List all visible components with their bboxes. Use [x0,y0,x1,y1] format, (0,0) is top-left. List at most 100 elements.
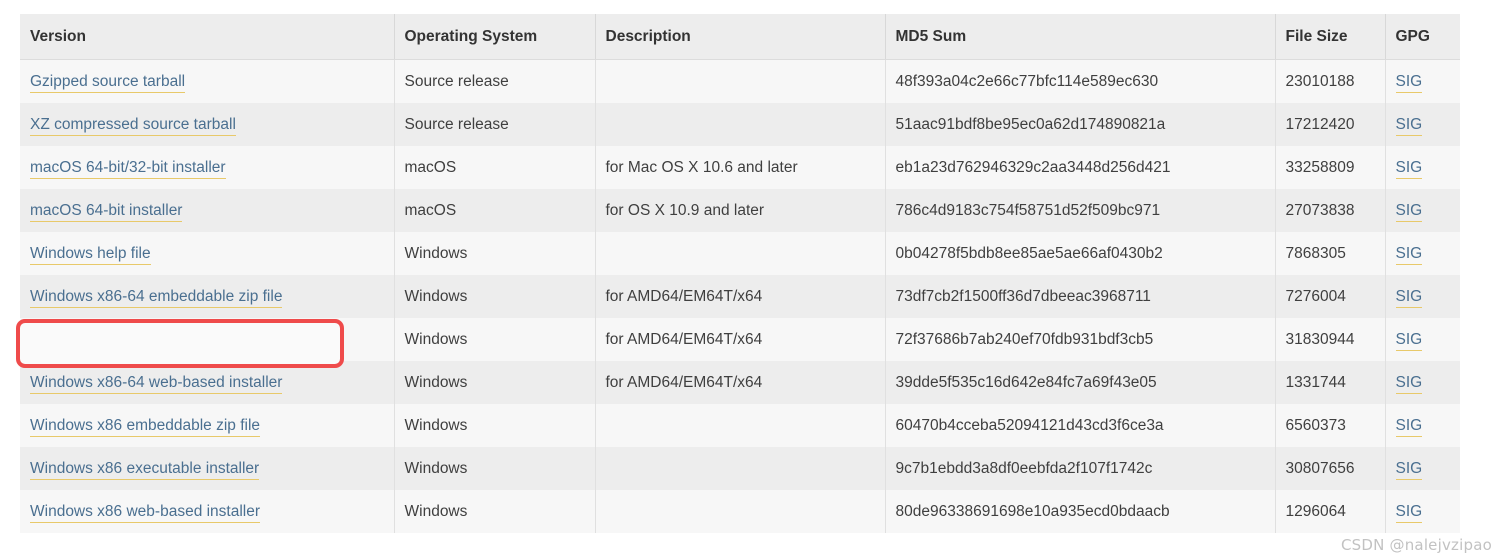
column-header-gpg: GPG [1385,14,1460,60]
table-header-row: Version Operating System Description MD5… [20,14,1460,60]
cell-operating-system: macOS [394,146,596,189]
table-row: XZ compressed source tarball Source rele… [20,103,1460,146]
cell-version: Windows x86 web-based installer [20,490,395,533]
cell-md5-sum: 73df7cb2f1500ff36d7dbeeac3968711 [885,275,1276,318]
cell-operating-system: Windows [394,490,596,533]
table-body: Gzipped source tarball Source release 48… [20,59,1460,533]
cell-gpg: SIG [1385,404,1460,447]
cell-md5-sum: 48f393a04c2e66c77bfc114e589ec630 [885,59,1276,103]
cell-md5-sum: 786c4d9183c754f58751d52f509bc971 [885,189,1276,232]
cell-operating-system: Windows [394,447,596,490]
downloads-table-container: Version Operating System Description MD5… [20,14,1460,533]
sig-link[interactable]: SIG [1395,72,1423,93]
cell-file-size: 17212420 [1275,103,1386,146]
cell-md5-sum: 51aac91bdf8be95ec0a62d174890821a [885,103,1276,146]
python-downloads-table: Version Operating System Description MD5… [20,14,1460,533]
download-link[interactable]: Gzipped source tarball [30,72,186,93]
sig-link[interactable]: SIG [1395,201,1423,222]
download-link[interactable]: Windows x86-64 web-based installer [30,373,283,394]
cell-gpg: SIG [1385,232,1460,275]
download-link[interactable]: Windows x86 web-based installer [30,502,261,523]
cell-file-size: 6560373 [1275,404,1386,447]
watermark-text: CSDN @nalejvzipao [1340,536,1492,554]
cell-version: Windows x86 embeddable zip file [20,404,395,447]
cell-md5-sum: eb1a23d762946329c2aa3448d256d421 [885,146,1276,189]
table-row: Windows x86-64 web-based installer Windo… [20,361,1460,404]
cell-operating-system: Windows [394,275,596,318]
column-header-file-size: File Size [1275,14,1386,60]
cell-file-size: 30807656 [1275,447,1386,490]
sig-link[interactable]: SIG [1395,502,1423,523]
cell-md5-sum: 0b04278f5bdb8ee85ae5ae66af0430b2 [885,232,1276,275]
table-row: Windows x86-64 embeddable zip file Windo… [20,275,1460,318]
sig-link[interactable]: SIG [1395,373,1423,394]
cell-version: Windows x86-64 web-based installer [20,361,395,404]
cell-gpg: SIG [1385,103,1460,146]
cell-gpg: SIG [1385,189,1460,232]
cell-md5-sum: 39dde5f535c16d642e84fc7a69f43e05 [885,361,1276,404]
cell-operating-system: Windows [394,361,596,404]
cell-file-size: 7868305 [1275,232,1386,275]
cell-operating-system: Windows [394,404,596,447]
download-link[interactable]: Windows x86-64 embeddable zip file [30,287,283,308]
cell-operating-system: Source release [394,103,596,146]
cell-gpg: SIG [1385,59,1460,103]
cell-md5-sum: 72f37686b7ab240ef70fdb931bdf3cb5 [885,318,1276,361]
cell-gpg: SIG [1385,447,1460,490]
cell-description: for AMD64/EM64T/x64 [595,318,886,361]
table-row: Windows help file Windows 0b04278f5bdb8e… [20,232,1460,275]
table-row: Gzipped source tarball Source release 48… [20,59,1460,103]
cell-version: Windows x86 executable installer [20,447,395,490]
download-link-highlighted[interactable]: Windows x86-64 executable installer [30,330,282,351]
column-header-description: Description [595,14,886,60]
table-row-highlighted: Windows x86-64 executable installer Wind… [20,318,1460,361]
cell-description [595,404,886,447]
sig-link[interactable]: SIG [1395,287,1423,308]
cell-description [595,232,886,275]
sig-link[interactable]: SIG [1395,115,1423,136]
table-row: macOS 64-bit installer macOS for OS X 10… [20,189,1460,232]
sig-link[interactable]: SIG [1395,459,1423,480]
cell-file-size: 1296064 [1275,490,1386,533]
download-link[interactable]: Windows x86 executable installer [30,459,260,480]
cell-operating-system: Windows [394,318,596,361]
cell-operating-system: macOS [394,189,596,232]
table-row: macOS 64-bit/32-bit installer macOS for … [20,146,1460,189]
cell-description [595,447,886,490]
download-link[interactable]: macOS 64-bit installer [30,201,183,222]
table-row: Windows x86 embeddable zip file Windows … [20,404,1460,447]
cell-gpg: SIG [1385,361,1460,404]
table-row: Windows x86 web-based installer Windows … [20,490,1460,533]
sig-link[interactable]: SIG [1395,158,1423,179]
cell-description: for OS X 10.9 and later [595,189,886,232]
cell-version: Windows x86-64 embeddable zip file [20,275,395,318]
cell-version: Windows x86-64 executable installer [20,318,395,361]
table-row: Windows x86 executable installer Windows… [20,447,1460,490]
cell-gpg: SIG [1385,146,1460,189]
download-link[interactable]: XZ compressed source tarball [30,115,236,136]
cell-gpg: SIG [1385,318,1460,361]
cell-operating-system: Windows [394,232,596,275]
column-header-version: Version [20,14,395,60]
cell-description [595,103,886,146]
download-link[interactable]: Windows x86 embeddable zip file [30,416,261,437]
cell-operating-system: Source release [394,59,596,103]
cell-gpg: SIG [1385,275,1460,318]
column-header-operating-system: Operating System [394,14,596,60]
cell-version: macOS 64-bit/32-bit installer [20,146,395,189]
download-link[interactable]: macOS 64-bit/32-bit installer [30,158,226,179]
cell-description: for AMD64/EM64T/x64 [595,275,886,318]
cell-file-size: 23010188 [1275,59,1386,103]
sig-link[interactable]: SIG [1395,330,1423,351]
cell-md5-sum: 9c7b1ebdd3a8df0eebfda2f107f1742c [885,447,1276,490]
sig-link[interactable]: SIG [1395,244,1423,265]
cell-file-size: 7276004 [1275,275,1386,318]
download-link[interactable]: Windows help file [30,244,151,265]
sig-link[interactable]: SIG [1395,416,1423,437]
cell-description [595,59,886,103]
cell-description: for Mac OS X 10.6 and later [595,146,886,189]
cell-file-size: 1331744 [1275,361,1386,404]
cell-gpg: SIG [1385,490,1460,533]
page-root: Version Operating System Description MD5… [0,0,1500,560]
cell-version: macOS 64-bit installer [20,189,395,232]
